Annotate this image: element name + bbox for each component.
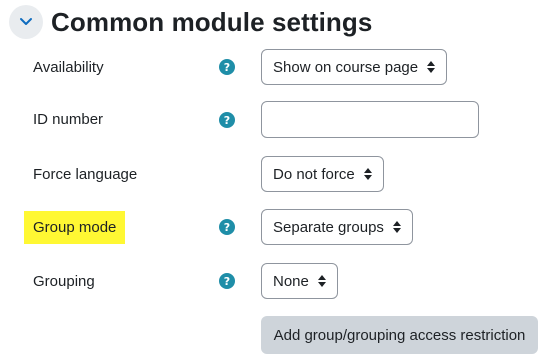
section-title: Common module settings	[51, 6, 373, 37]
sort-arrows-icon	[317, 275, 326, 287]
availability-label: Availability	[33, 58, 104, 76]
question-circle-icon[interactable]: ?	[219, 219, 235, 235]
add-group-restriction-button[interactable]: Add group/grouping access restriction	[261, 316, 538, 354]
question-circle-icon[interactable]: ?	[219, 273, 235, 289]
section-header: Common module settings	[9, 4, 372, 40]
availability-select-value: Show on course page	[273, 58, 419, 76]
chevron-down-icon	[20, 18, 32, 25]
availability-select[interactable]: Show on course page	[261, 49, 448, 85]
groupmode-select[interactable]: Separate groups	[261, 209, 413, 245]
question-circle-icon[interactable]: ?	[219, 59, 235, 75]
forcelanguage-label: Force language	[33, 165, 138, 183]
grouping-select-value: None	[273, 272, 309, 290]
grouping-select[interactable]: None	[261, 263, 338, 299]
grouping-label: Grouping	[33, 272, 95, 290]
field-row-idnumber: ID number ?	[0, 101, 553, 138]
groupmode-select-value: Separate groups	[273, 218, 384, 236]
field-row-grouping: Grouping ? None	[0, 263, 553, 299]
field-row-availability: Availability ? Show on course page	[0, 49, 553, 85]
forcelanguage-select-value: Do not force	[273, 165, 355, 183]
collapse-section-button[interactable]	[9, 5, 43, 39]
idnumber-label: ID number	[33, 111, 104, 128]
sort-arrows-icon	[392, 221, 401, 233]
field-row-groupmode: Group mode ? Separate groups	[0, 209, 553, 245]
groupmode-label: Group mode	[24, 210, 126, 244]
field-row-forcelanguage: Force language Do not force	[0, 156, 553, 192]
forcelanguage-select[interactable]: Do not force	[261, 156, 384, 192]
sort-arrows-icon	[427, 61, 436, 73]
sort-arrows-icon	[363, 168, 372, 180]
question-circle-icon[interactable]: ?	[219, 112, 235, 128]
idnumber-input[interactable]	[261, 101, 479, 138]
